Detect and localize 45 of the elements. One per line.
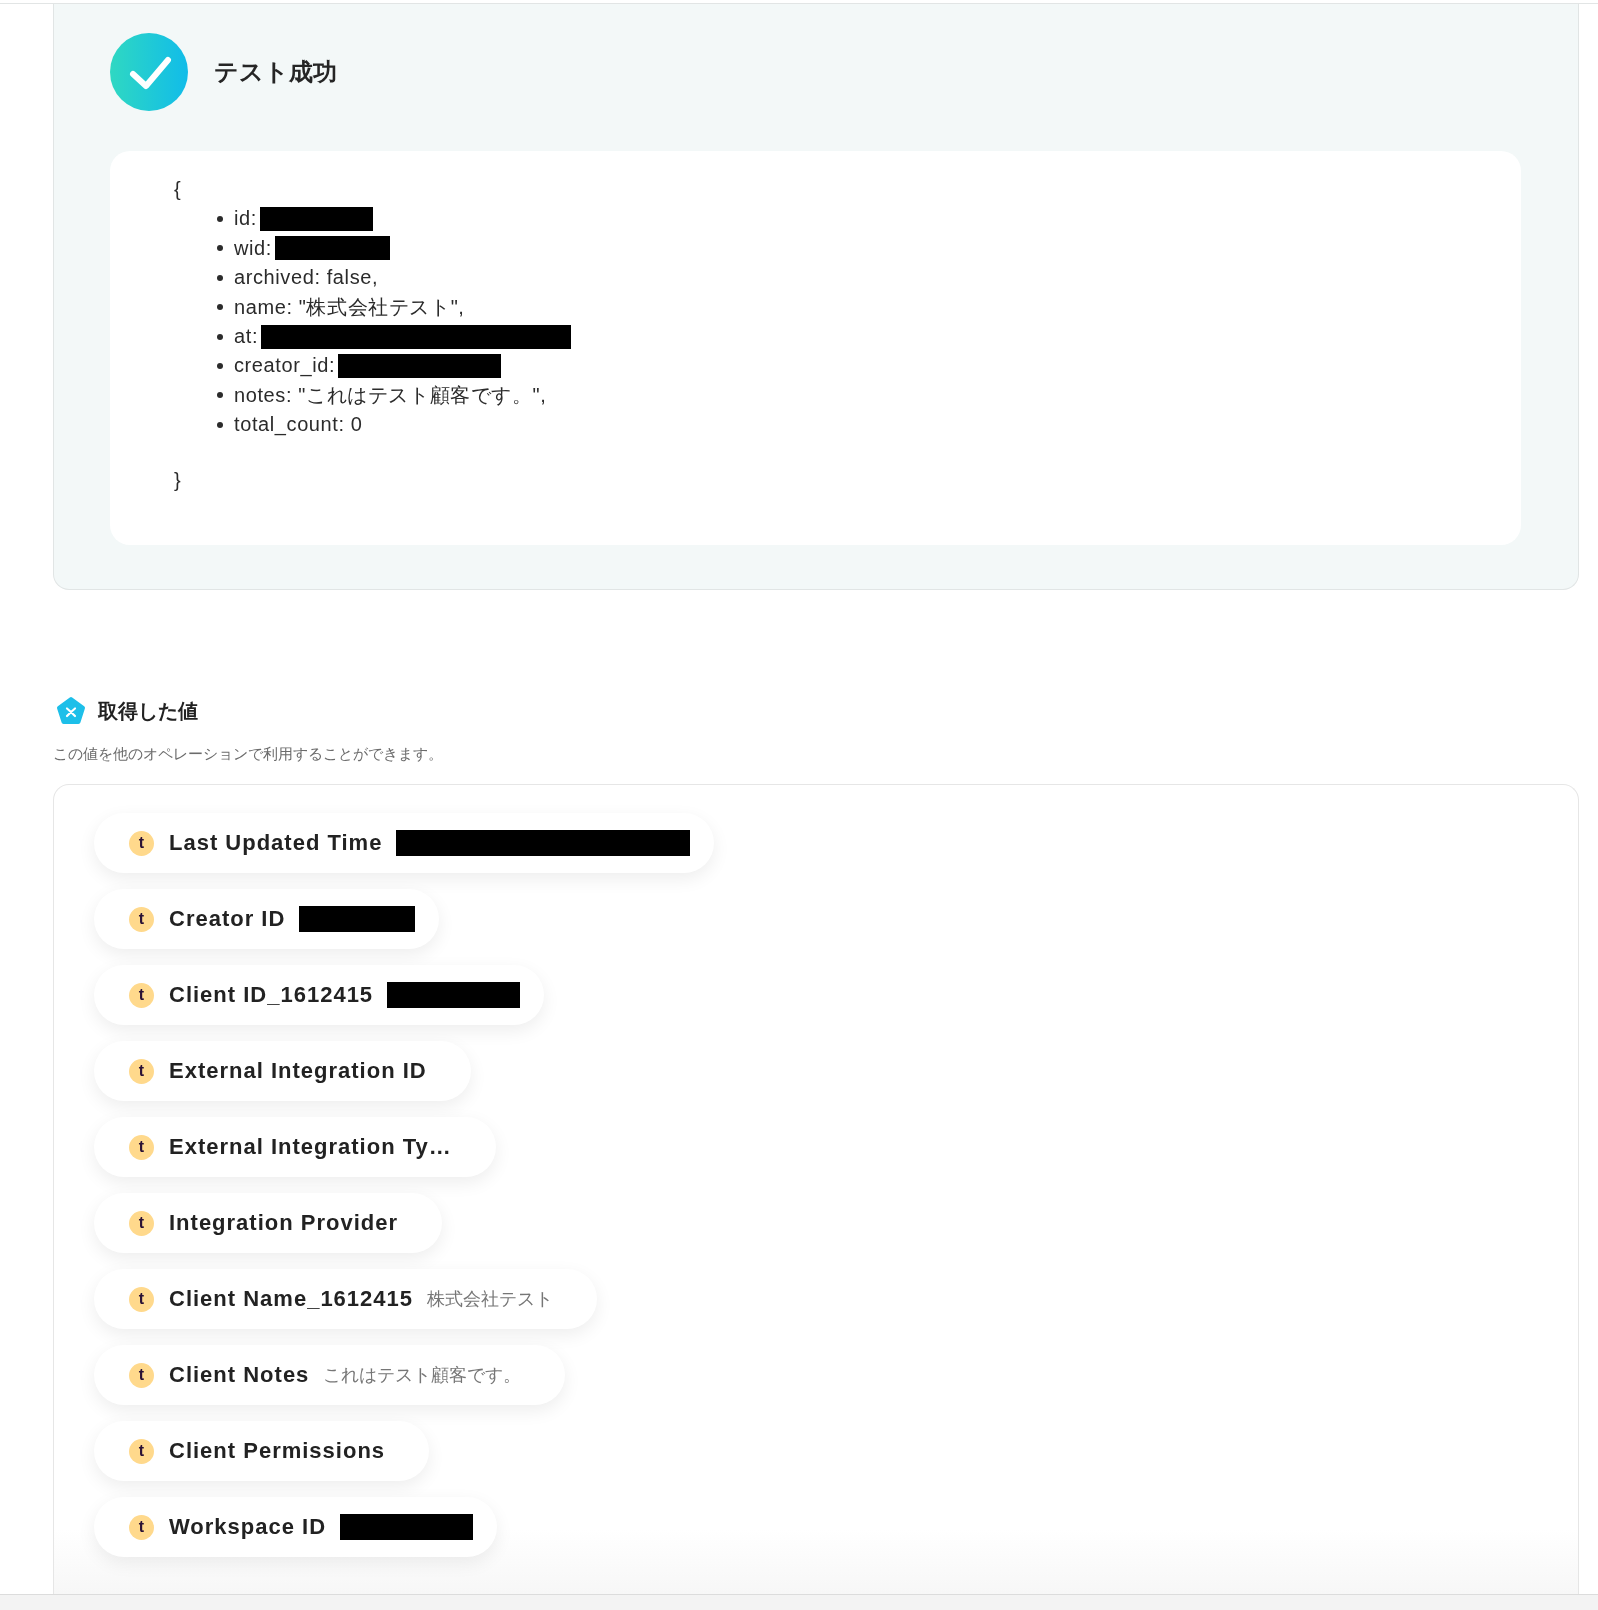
- field-label: Integration Provider: [169, 1210, 399, 1236]
- text-type-badge: t: [129, 1438, 154, 1464]
- section-description: この値を他のオペレーションで利用することができます。: [53, 744, 443, 764]
- text-type-badge: t: [129, 982, 154, 1008]
- field-label: Creator ID: [169, 906, 286, 932]
- check-circle-icon: [110, 33, 188, 111]
- code-line-text: id:: [234, 206, 257, 232]
- bullet-icon: [217, 245, 223, 252]
- field-label: Client Name_1612415: [169, 1286, 414, 1312]
- bullet-icon: [217, 274, 223, 281]
- text-type-badge: t: [129, 906, 154, 932]
- code-brace: {: [174, 177, 182, 202]
- field-label: External Integration ID: [169, 1058, 427, 1084]
- bullet-icon: [217, 363, 223, 370]
- bullet-icon: [217, 392, 223, 399]
- code-brace: }: [174, 467, 182, 493]
- code-line-text: name: "株式会社テスト",: [234, 294, 465, 320]
- code-line-text: total_count: 0: [234, 412, 363, 438]
- field-label: Last Updated Time: [169, 830, 383, 856]
- text-type-badge: t: [129, 830, 154, 856]
- bullet-icon: [217, 304, 223, 311]
- text-type-badge: t: [129, 1134, 154, 1160]
- field-label: Workspace ID: [169, 1514, 327, 1540]
- text-type-badge: t: [129, 1210, 154, 1236]
- code-line-text: wid:: [234, 235, 272, 261]
- field-label: Client Permissions: [169, 1438, 386, 1464]
- pentagon-x-icon: [56, 696, 86, 726]
- code-line-text: archived: false,: [234, 265, 379, 291]
- bullet-icon: [217, 421, 223, 428]
- code-line-text: creator_id:: [234, 353, 336, 379]
- text-type-badge: t: [129, 1286, 154, 1312]
- code-line-text: notes: "これはテスト顧客です。",: [234, 382, 547, 408]
- field-label: Client Notes: [169, 1362, 310, 1388]
- text-type-badge: t: [129, 1362, 154, 1388]
- field-label: Client ID_1612415: [169, 982, 374, 1008]
- section-title: 取得した値: [98, 698, 198, 724]
- bullet-icon: [217, 333, 223, 340]
- bullet-icon: [217, 216, 223, 223]
- text-type-badge: t: [129, 1514, 154, 1540]
- code-line-text: at:: [234, 323, 259, 349]
- field-label: External Integration Ty…: [169, 1134, 452, 1160]
- field-value: 株式会社テスト: [427, 1288, 554, 1311]
- result-title: テスト成功: [214, 57, 337, 87]
- field-value: これはテスト顧客です。: [323, 1364, 522, 1387]
- text-type-badge: t: [129, 1058, 154, 1084]
